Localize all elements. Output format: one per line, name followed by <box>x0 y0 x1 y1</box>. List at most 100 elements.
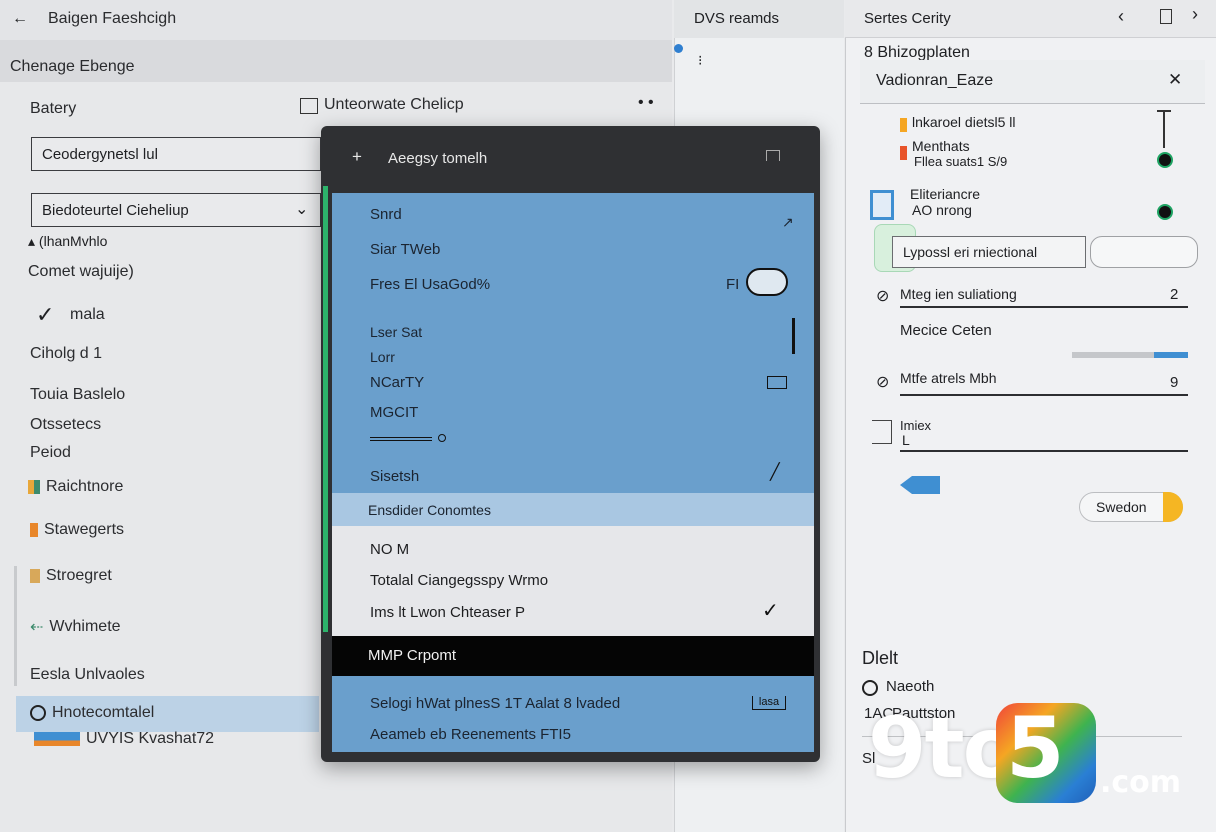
caret-up-icon: ▴ <box>28 233 36 249</box>
radio-button[interactable] <box>862 680 878 696</box>
caret-label-text: (lhanMvhlo <box>38 233 108 249</box>
check-icon-small: ╱ <box>770 464 780 481</box>
primary-button[interactable]: Lypossl eri rniectional <box>892 236 1086 268</box>
chevron-right-icon[interactable]: › <box>1192 4 1198 25</box>
white-item-3[interactable]: Ims lt Lwon Chteaser P <box>370 604 525 621</box>
text-field-value: Ceodergynetsl lul <box>42 145 158 163</box>
arrow-icon: ⇠ <box>30 619 44 636</box>
separator-icon <box>370 437 432 441</box>
menu-item-6[interactable]: NCarTY <box>370 374 424 391</box>
bottom-item-1[interactable]: Naeoth <box>886 678 934 695</box>
popup-title: Aeegsy tomelh <box>388 150 488 167</box>
sidebar-item-10[interactable]: Hnotecomtalel <box>30 704 154 722</box>
sidebar-item-7[interactable]: Stroegret <box>30 567 112 585</box>
sidebar-item-8[interactable]: ⇠ Wvhimete <box>30 617 121 637</box>
sidebar-item-1[interactable]: Ciholg d 1 <box>30 345 102 363</box>
sidebar-item-2[interactable]: Touia Baslelo <box>30 386 125 404</box>
setting-row-3: Eliteriancre <box>910 186 981 202</box>
toggle-knob[interactable] <box>1157 152 1173 168</box>
bottom-menu-item-1[interactable]: Selogi hWat plnesS 1T Aalat 8 lvaded <box>370 695 620 712</box>
chevron-down-icon: ⌄ <box>295 201 309 218</box>
caret-label: ▴ (lhanMvhlo <box>28 233 107 250</box>
menu-item-5[interactable]: Lorr <box>370 349 395 365</box>
checkbox-icon[interactable] <box>767 376 787 389</box>
maximize-icon[interactable] <box>766 150 780 161</box>
watermark-digit-right: 5 <box>1006 699 1065 797</box>
dot-icon <box>438 434 446 442</box>
sidebar-item-9-label: Eesla Unlvaoles <box>30 666 145 683</box>
more-icon[interactable]: • • <box>638 94 654 112</box>
slider-3-track[interactable] <box>900 450 1188 452</box>
setting-row-3-sub: AO nrong <box>912 202 972 218</box>
left-subtitle: Chenage Ebenge <box>10 58 135 75</box>
watermark-suffix: .com <box>1100 765 1182 800</box>
page-icon[interactable] <box>1160 9 1172 24</box>
add-icon[interactable]: + <box>352 147 362 167</box>
toggle-knob-2[interactable] <box>1157 204 1173 220</box>
slider-2-track[interactable] <box>900 394 1188 396</box>
sidebar-item-2-label: Touia Baslelo <box>30 386 126 403</box>
menu-item-2[interactable]: Siar TWeb <box>370 241 440 258</box>
primary-button-label: Lypossl eri rniectional <box>903 244 1038 260</box>
text-field[interactable]: Ceodergynetsl lul <box>31 137 321 171</box>
toggle-switch[interactable] <box>746 268 788 296</box>
sidebar-item-6[interactable]: Stawegerts <box>30 521 124 539</box>
slider-1-value: 2 <box>1170 286 1179 303</box>
scroll-indicator[interactable] <box>792 318 795 354</box>
divider <box>14 566 17 686</box>
arrow-left-icon[interactable] <box>900 476 912 494</box>
slider-cap <box>1157 110 1171 112</box>
slider-2-label: Mtfe atrels Mbh <box>900 370 997 386</box>
sidebar-item-9[interactable]: Eesla Unlvaoles <box>30 666 145 684</box>
slider-icon: ⊘ <box>876 288 890 305</box>
pill-button-label: Swedon <box>1096 499 1147 515</box>
folder-icon <box>34 732 80 746</box>
close-icon[interactable]: ✕ <box>1168 70 1182 90</box>
menu-item-4[interactable]: Lser Sat <box>370 324 422 340</box>
slider-1-label: Mteg ien suliationg <box>900 286 1017 302</box>
mode-label: Mecice Ceten <box>900 322 992 339</box>
bottom-menu-item-2[interactable]: Aeameb eb Reenements FTI5 <box>370 726 571 743</box>
settings-icon: ⊘ <box>876 374 890 391</box>
bracket-icon <box>872 420 892 444</box>
black-item[interactable]: MMP Crpomt <box>368 647 456 664</box>
menu-icon[interactable]: ⁝ <box>698 52 702 69</box>
slider-3-label: Imiex <box>900 418 932 433</box>
sidebar-item-5[interactable]: Raichtnore <box>28 478 123 496</box>
sidebar-item-4[interactable]: Peiod <box>30 444 71 462</box>
sidebar-item-11-label: UVYIS Kvashat72 <box>86 730 215 747</box>
menu-item-7[interactable]: MGCIT <box>370 404 418 421</box>
menu-item-3[interactable]: Fres El UsaGod% <box>370 276 490 293</box>
menu-item-8[interactable]: Sisetsh <box>370 468 419 485</box>
menu-item-1[interactable]: Snrd <box>370 206 402 223</box>
slider-track <box>1163 110 1165 148</box>
white-item-2[interactable]: Totalal Ciangegsspy Wrmo <box>370 572 548 589</box>
arrow-tail <box>912 476 940 494</box>
sidebar-item-11[interactable]: UVYIS Kvashat72 <box>34 730 214 748</box>
dropdown-value: Biedoteurtel Cieheliup <box>42 201 189 219</box>
checkmark-icon: ✓ <box>762 600 779 622</box>
sidebar-item-6-label: Stawegerts <box>44 521 125 538</box>
status-dot <box>674 44 683 53</box>
red-marker <box>900 146 907 160</box>
dropdown-select[interactable]: Biedoteurtel Cieheliup <box>31 193 321 227</box>
white-item-1[interactable]: NO M <box>370 541 409 558</box>
sidebar-item-5-label: Raichtnore <box>46 478 124 495</box>
highlight-item[interactable]: Ensdider Conomtes <box>368 502 491 518</box>
sidebar-item-3[interactable]: Otssetecs <box>30 416 101 434</box>
bottom-badge-text: lasa <box>758 696 780 708</box>
chevron-left-icon[interactable]: ‹ <box>1118 6 1124 27</box>
expand-icon[interactable]: ↗ <box>782 214 794 231</box>
battery-label: Batery <box>30 100 77 117</box>
sidebar-item-3-label: Otssetecs <box>30 416 102 433</box>
toolbar-item[interactable]: Unteorwate Chelicp <box>324 96 464 114</box>
bottom-badge: lasa <box>752 696 786 710</box>
sidebar-item-4-label: Peiod <box>30 444 71 461</box>
progress-fill <box>1154 352 1188 358</box>
secondary-button[interactable] <box>1090 236 1198 268</box>
watermark-digit-left: 9 <box>868 699 926 797</box>
back-arrow-icon[interactable]: ← <box>12 10 28 28</box>
window-icon[interactable] <box>300 98 318 114</box>
sidebar-item-7-label: Stroegret <box>46 567 112 584</box>
slider-1-track[interactable] <box>900 306 1188 308</box>
